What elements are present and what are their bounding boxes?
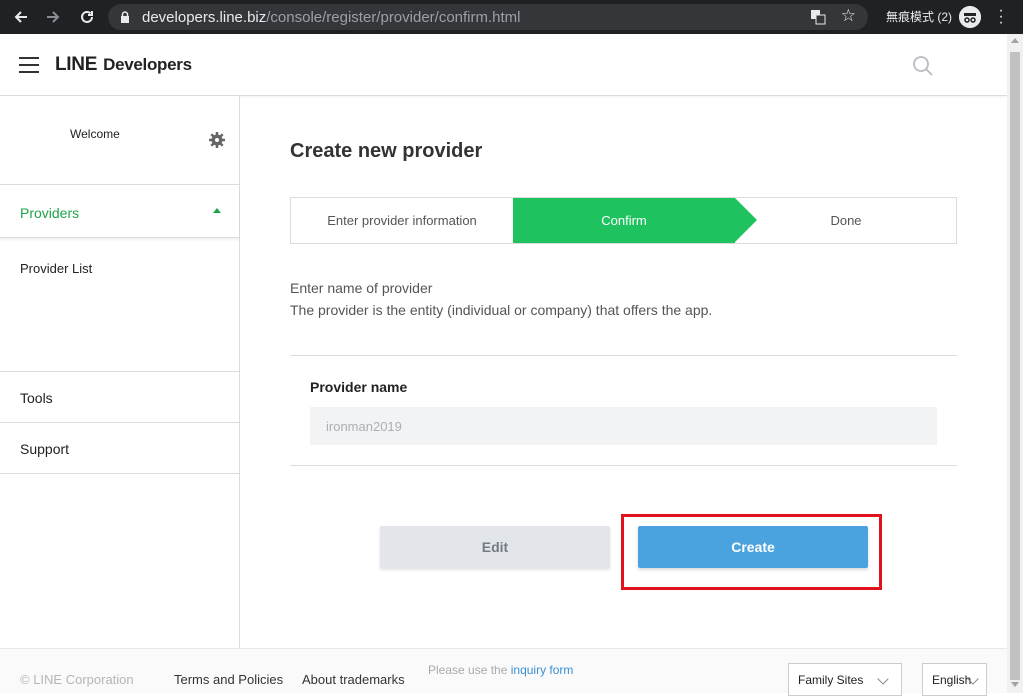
- scroll-up-icon[interactable]: [1011, 38, 1019, 43]
- divider: [290, 355, 957, 356]
- logo[interactable]: LINE Developers: [55, 54, 192, 76]
- provider-name-field: [310, 407, 937, 445]
- translate-icon[interactable]: [810, 9, 826, 25]
- incognito-icon[interactable]: [959, 6, 981, 28]
- address-bar[interactable]: developers.line.biz/console/register/pro…: [108, 4, 868, 30]
- edit-button[interactable]: Edit: [380, 526, 610, 568]
- sidebar-item-label: Support: [20, 441, 70, 457]
- sidebar-item-tools[interactable]: Tools: [0, 371, 239, 423]
- incognito-label: 無痕模式 (2): [886, 10, 953, 24]
- trademarks-link[interactable]: About trademarks: [302, 672, 405, 687]
- browser-toolbar: developers.line.biz/console/register/pro…: [0, 0, 1023, 34]
- url-text: developers.line.biz/console/register/pro…: [142, 8, 521, 26]
- sidebar-item-provider-list[interactable]: Provider List: [20, 261, 92, 276]
- app-header: LINE Developers: [0, 34, 1007, 96]
- search-icon[interactable]: [912, 55, 934, 77]
- welcome-text: Welcome: [70, 127, 120, 141]
- chevron-down-icon: [877, 673, 889, 685]
- sidebar: Welcome Providers Provider List Tools Su…: [0, 96, 240, 693]
- highlight-box: [621, 514, 882, 590]
- description-line: The provider is the entity (individual o…: [290, 302, 713, 318]
- back-arrow-icon[interactable]: [8, 4, 34, 30]
- language-label: English: [932, 673, 972, 687]
- description-line: Enter name of provider: [290, 280, 433, 296]
- gear-icon[interactable]: [208, 131, 226, 149]
- scrollbar-thumb[interactable]: [1010, 52, 1020, 680]
- reload-icon[interactable]: [74, 4, 100, 30]
- browser-menu-icon[interactable]: · · ·: [996, 3, 1006, 31]
- step-enter-info: Enter provider information: [327, 213, 477, 228]
- family-sites-select[interactable]: Family Sites: [788, 663, 902, 696]
- user-name: [54, 146, 134, 170]
- sidebar-item-label: Providers: [20, 205, 80, 221]
- inquiry-text: Please use the inquiry form: [428, 663, 574, 677]
- sidebar-item-providers[interactable]: Providers: [0, 186, 239, 238]
- forward-arrow-icon[interactable]: [40, 4, 66, 30]
- provider-name-label: Provider name: [310, 379, 408, 395]
- family-sites-label: Family Sites: [798, 673, 864, 687]
- copyright: © LINE Corporation: [20, 672, 134, 687]
- divider: [290, 465, 957, 466]
- scroll-down-icon[interactable]: [1011, 682, 1019, 687]
- language-select[interactable]: English: [922, 663, 987, 696]
- hamburger-menu-icon[interactable]: [19, 57, 39, 73]
- lock-icon: [118, 10, 132, 24]
- description: Enter name of provider The provider is t…: [290, 277, 712, 321]
- caret-up-icon: [213, 208, 221, 213]
- sidebar-item-label: Tools: [20, 390, 53, 406]
- step-done: Done: [830, 213, 862, 228]
- footer: © LINE Corporation Terms and Policies Ab…: [0, 648, 1007, 696]
- step-confirm: Confirm: [513, 198, 735, 243]
- sidebar-item-support[interactable]: Support: [0, 422, 239, 474]
- inquiry-form-link[interactable]: inquiry form: [511, 663, 574, 677]
- page-title: Create new provider: [290, 140, 483, 162]
- terms-link[interactable]: Terms and Policies: [174, 672, 283, 687]
- progress-steps: Enter provider information Confirm Done: [290, 197, 957, 244]
- user-panel: Welcome: [0, 96, 239, 185]
- scrollbar[interactable]: [1007, 34, 1023, 693]
- bookmark-star-icon[interactable]: ☆: [841, 6, 856, 26]
- main-content: Create new provider Enter provider infor…: [241, 96, 1007, 648]
